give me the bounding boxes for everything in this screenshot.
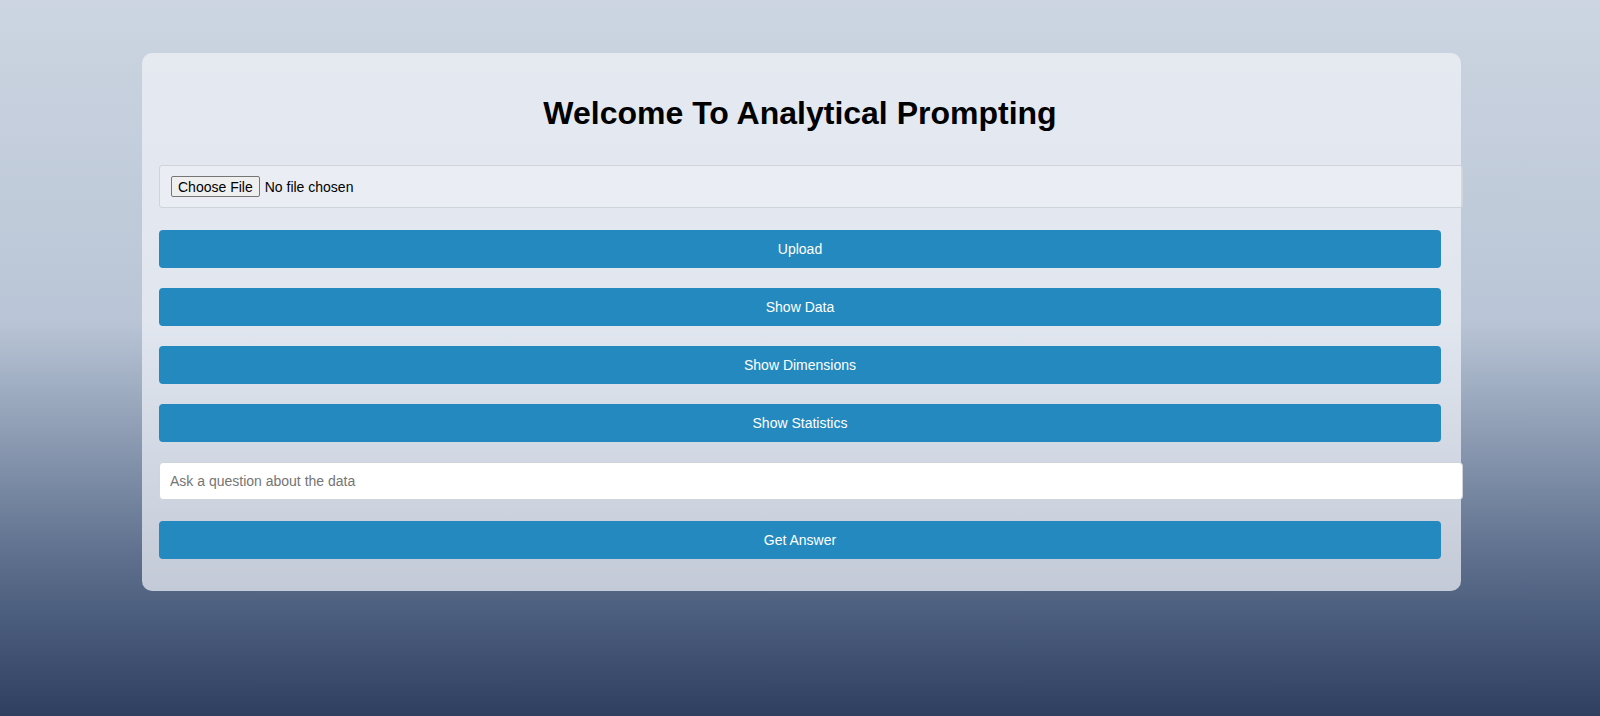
file-input[interactable]: Choose File No file chosen xyxy=(159,165,1463,208)
action-button[interactable]: Show Dimensions xyxy=(159,346,1441,384)
choose-file-button[interactable]: Choose File xyxy=(171,176,260,197)
question-input[interactable] xyxy=(159,462,1463,500)
action-button[interactable]: Show Statistics xyxy=(159,404,1441,442)
get-answer-button[interactable]: Get Answer xyxy=(159,521,1441,559)
background-photo: Welcome To Analytical Prompting Choose Fi… xyxy=(0,0,1600,716)
action-button[interactable]: Upload xyxy=(159,230,1441,268)
main-panel: Welcome To Analytical Prompting Choose Fi… xyxy=(142,53,1461,591)
page-title: Welcome To Analytical Prompting xyxy=(159,93,1441,133)
file-status: No file chosen xyxy=(265,179,354,195)
action-button[interactable]: Show Data xyxy=(159,288,1441,326)
